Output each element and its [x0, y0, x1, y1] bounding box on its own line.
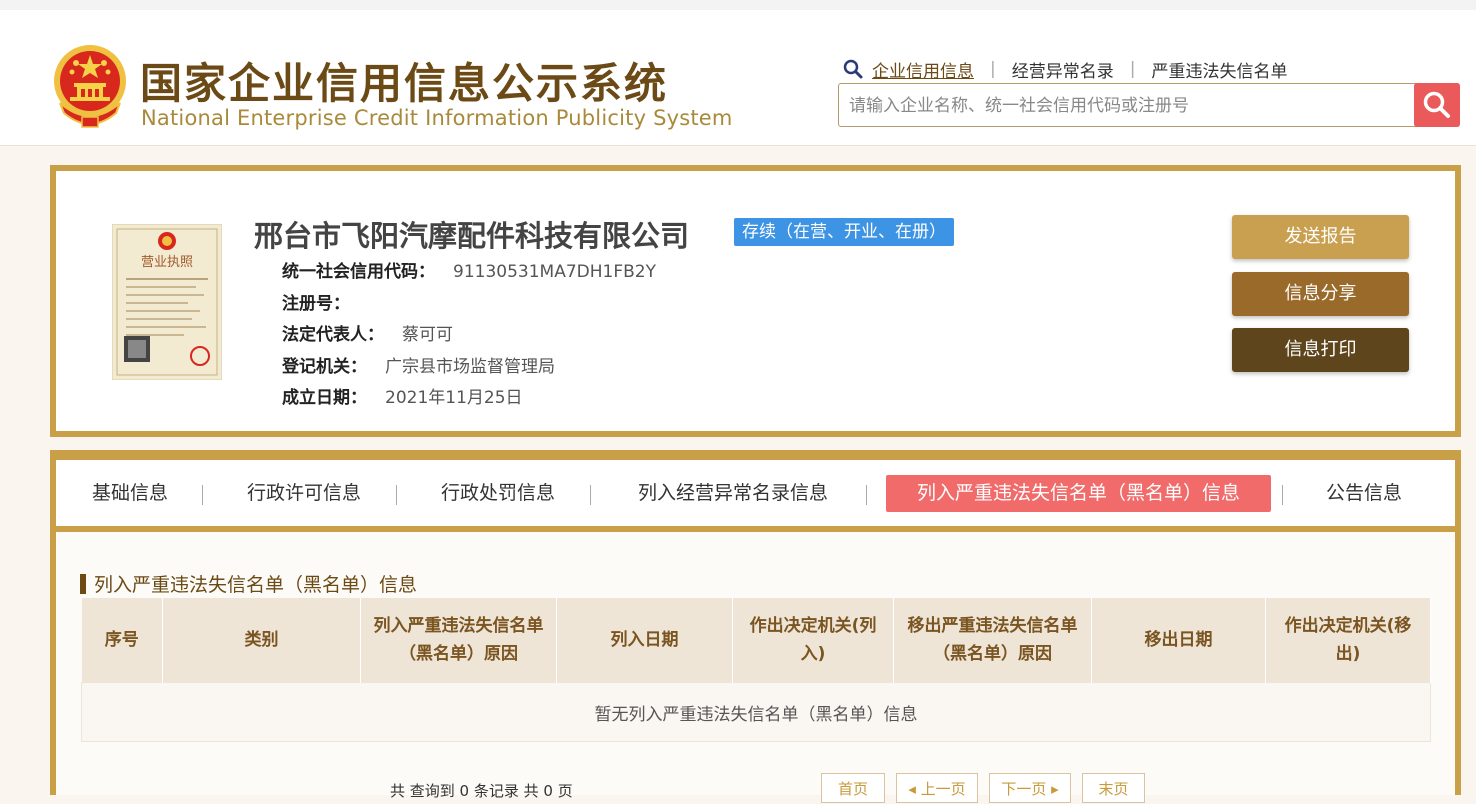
tab-announcements[interactable]: 公告信息: [1320, 475, 1408, 512]
status-badge: 存续（在营、开业、在册）: [734, 218, 954, 246]
column-header: 序号: [81, 598, 163, 683]
info-value: 蔡可可: [402, 325, 453, 345]
empty-message: 暂无列入严重违法失信名单（黑名单）信息: [81, 682, 1431, 742]
info-row-registration-authority: 登记机关： 广宗县市场监督管理局: [282, 352, 555, 377]
detail-tabs-panel: 基础信息 行政许可信息 行政处罚信息 列入经营异常名录信息 列入严重违法失信名单…: [50, 450, 1461, 803]
info-value: 2021年11月25日: [385, 388, 523, 408]
search-button[interactable]: [1414, 83, 1460, 127]
info-label: 法定代表人：: [282, 325, 384, 345]
tab-admin-license[interactable]: 行政许可信息: [242, 475, 366, 512]
info-value: 广宗县市场监督管理局: [385, 357, 555, 377]
column-header: 作出决定机关(移出): [1265, 598, 1431, 683]
tab-bar: 基础信息 行政许可信息 行政处罚信息 列入经营异常名录信息 列入严重违法失信名单…: [56, 460, 1455, 532]
blacklist-table: 序号 类别 列入严重违法失信名单（黑名单）原因 列入日期 作出决定机关(列入) …: [81, 598, 1431, 742]
site-title-cn: 国家企业信用信息公示系统: [140, 59, 669, 108]
tab-separator: [590, 485, 591, 505]
column-header: 移出严重违法失信名单（黑名单）原因: [893, 598, 1092, 683]
pager-summary: 共 查询到 0 条记录 共 0 页: [390, 782, 573, 800]
info-label: 登记机关：: [282, 357, 367, 377]
tab-basic-info[interactable]: 基础信息: [86, 475, 174, 512]
section-title: 列入严重违法失信名单（黑名单）信息: [80, 570, 417, 597]
national-emblem-icon: [54, 45, 126, 128]
search-input[interactable]: [847, 90, 1411, 122]
tab-separator: [396, 485, 397, 505]
nav-link-blacklist[interactable]: 严重违法失信名单: [1151, 57, 1287, 82]
info-value: 91130531MA7DH1FB2Y: [453, 262, 656, 282]
section-title-marker: [80, 573, 86, 594]
info-row-reg-number: 注册号：: [282, 289, 368, 314]
info-label: 成立日期：: [282, 388, 367, 408]
info-row-legal-rep: 法定代表人： 蔡可可: [282, 320, 453, 345]
column-header: 列入日期: [556, 598, 733, 683]
table-header-row: 序号 类别 列入严重违法失信名单（黑名单）原因 列入日期 作出决定机关(列入) …: [81, 598, 1431, 683]
info-label: 统一社会信用代码：: [282, 262, 435, 282]
company-name: 邢台市飞阳汽摩配件科技有限公司: [254, 219, 690, 253]
search-icon: [842, 58, 864, 80]
search-box: [838, 83, 1460, 127]
pager-last-button[interactable]: 末页: [1082, 773, 1145, 803]
nav-separator: |: [1129, 59, 1136, 79]
site-header: 国家企业信用信息公示系统 National Enterprise Credit …: [0, 10, 1476, 146]
nav-link-abnormal-list[interactable]: 经营异常名录: [1012, 57, 1114, 82]
pager-next-button[interactable]: 下一页 ▸: [989, 773, 1071, 803]
tab-abnormal-list[interactable]: 列入经营异常名录信息: [630, 475, 836, 512]
business-license-image[interactable]: 营业执照: [112, 224, 222, 380]
tab-separator: [866, 485, 867, 505]
nav-separator: |: [990, 59, 996, 79]
license-title: 营业执照: [141, 255, 193, 270]
nav-link-credit-info[interactable]: 企业信用信息: [872, 57, 974, 82]
column-header: 列入严重违法失信名单（黑名单）原因: [360, 598, 557, 683]
print-info-button[interactable]: 信息打印: [1232, 328, 1409, 372]
tab-admin-penalty[interactable]: 行政处罚信息: [436, 475, 560, 512]
send-report-button[interactable]: 发送报告: [1232, 215, 1409, 259]
column-header: 移出日期: [1091, 598, 1266, 683]
info-row-credit-code: 统一社会信用代码： 91130531MA7DH1FB2Y: [282, 257, 656, 282]
tab-blacklist[interactable]: 列入严重违法失信名单（黑名单）信息: [886, 475, 1271, 512]
section-title-text: 列入严重违法失信名单（黑名单）信息: [94, 574, 418, 596]
company-info-panel: 营业执照 邢台市飞阳汽摩配件科技有限公司 存续（在营、开业、在册） 统一社会信用…: [50, 165, 1461, 437]
tab-separator: [202, 485, 203, 505]
column-header: 作出决定机关(列入): [732, 598, 894, 683]
site-title-en: National Enterprise Credit Information P…: [141, 106, 733, 130]
header-nav: 企业信用信息 | 经营异常名录 | 严重违法失信名单: [842, 56, 1287, 82]
pager-prev-button[interactable]: ◂ 上一页: [896, 773, 978, 803]
column-header: 类别: [162, 598, 361, 683]
table-row: 暂无列入严重违法失信名单（黑名单）信息: [81, 682, 1431, 742]
tab-separator: [1282, 485, 1283, 505]
pager-first-button[interactable]: 首页: [821, 773, 885, 803]
share-info-button[interactable]: 信息分享: [1232, 272, 1409, 316]
search-icon: [1423, 91, 1450, 118]
info-row-established-date: 成立日期： 2021年11月25日: [282, 383, 523, 408]
info-label: 注册号：: [282, 294, 350, 314]
